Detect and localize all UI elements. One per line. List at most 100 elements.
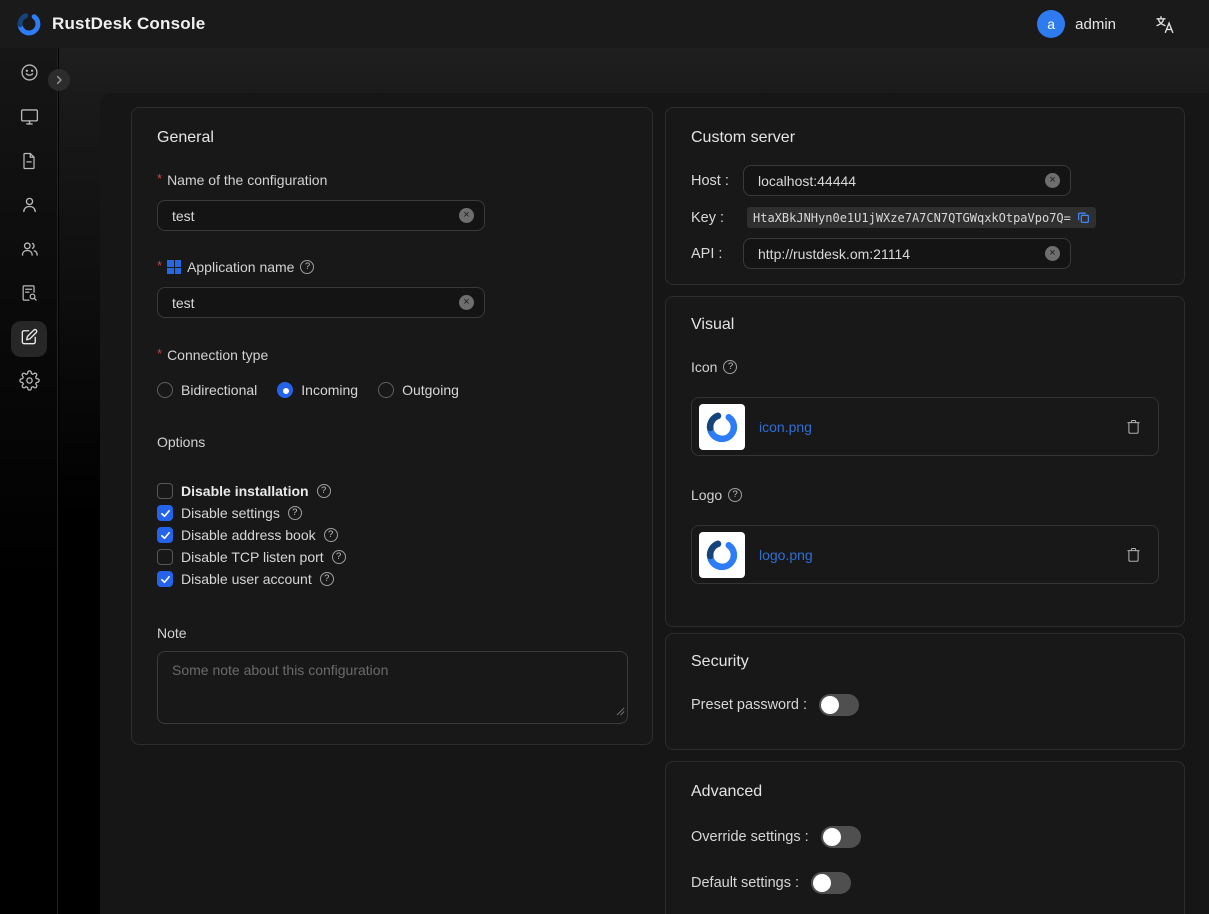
monitor-icon [19, 106, 40, 132]
api-label: API : [691, 246, 743, 262]
help-icon[interactable]: ? [300, 260, 314, 274]
radio-circle [157, 382, 173, 398]
security-title: Security [691, 652, 1159, 672]
note-label: Note [157, 625, 627, 641]
checkbox [157, 483, 173, 499]
windows-icon [167, 260, 181, 274]
icon-file-link[interactable]: icon.png [759, 419, 812, 435]
sidebar-item-devices[interactable] [11, 101, 47, 137]
sidebar-item-audit[interactable] [11, 277, 47, 313]
brand: RustDesk Console [16, 11, 205, 37]
copy-icon[interactable] [1077, 211, 1090, 224]
option-disable-tcp-listen-port[interactable]: Disable TCP listen port ? [157, 546, 627, 568]
translate-icon[interactable] [1154, 14, 1175, 35]
clear-icon[interactable]: × [459, 208, 474, 223]
sidebar-item-users[interactable] [11, 189, 47, 225]
connection-type-radios: Bidirectional Incoming Outgoing [157, 382, 627, 398]
logo-file-row: logo.png [691, 525, 1159, 584]
custom-server-card: Custom server Host : × Key : HtaXBkJNHyn… [665, 107, 1185, 285]
option-disable-user-account[interactable]: Disable user account ? [157, 568, 627, 590]
help-icon[interactable]: ? [728, 488, 742, 502]
default-settings-label: Default settings : [691, 875, 799, 891]
trash-icon[interactable] [1125, 546, 1142, 563]
custom-server-title: Custom server [691, 128, 1159, 148]
clear-icon[interactable]: × [1045, 173, 1060, 188]
help-icon[interactable]: ? [317, 484, 331, 498]
options-list: Disable installation ? Disable settings … [157, 480, 627, 590]
preset-password-label: Preset password : [691, 697, 807, 713]
help-icon[interactable]: ? [332, 550, 346, 564]
advanced-card: Advanced Override settings : Default set… [665, 761, 1185, 914]
help-icon[interactable]: ? [288, 506, 302, 520]
sidebar-item-settings[interactable] [11, 365, 47, 401]
radio-incoming[interactable]: Incoming [277, 382, 358, 398]
host-input[interactable] [743, 165, 1071, 196]
checkbox [157, 527, 173, 543]
sidebar-item-configurations[interactable] [11, 321, 47, 357]
config-name-label: * Name of the configuration [157, 172, 627, 188]
note-textarea[interactable] [157, 651, 628, 724]
document-search-icon [19, 283, 39, 308]
help-icon[interactable]: ? [723, 360, 737, 374]
checkbox [157, 571, 173, 587]
app-header: RustDesk Console a admin [0, 0, 1209, 48]
option-disable-installation[interactable]: Disable installation ? [157, 480, 627, 502]
security-card: Security Preset password : [665, 633, 1185, 750]
app-title: RustDesk Console [52, 14, 205, 34]
app-name-label: * Application name ? [157, 259, 627, 275]
trash-icon[interactable] [1125, 418, 1142, 435]
app-name-input[interactable] [157, 287, 485, 318]
visual-title: Visual [691, 315, 1159, 335]
api-input[interactable] [743, 238, 1071, 269]
general-card: General * Name of the configuration × * … [131, 107, 653, 745]
avatar[interactable]: a [1037, 10, 1065, 38]
override-settings-toggle[interactable] [821, 826, 861, 848]
required-mark: * [157, 346, 162, 361]
logo-label: Logo ? [691, 487, 1159, 503]
required-mark: * [157, 171, 162, 186]
default-settings-toggle[interactable] [811, 872, 851, 894]
resize-handle-icon[interactable] [616, 703, 625, 721]
radio-circle [277, 382, 293, 398]
help-icon[interactable]: ? [320, 572, 334, 586]
option-disable-address-book[interactable]: Disable address book ? [157, 524, 627, 546]
help-icon[interactable]: ? [324, 528, 338, 542]
host-label: Host : [691, 173, 743, 189]
sidebar-item-logs[interactable] [11, 145, 47, 181]
visual-card: Visual Icon ? icon.png Logo ? [665, 296, 1185, 627]
connection-type-label: * Connection type [157, 347, 627, 363]
rustdesk-logo-icon [16, 11, 42, 37]
checkbox [157, 505, 173, 521]
chevron-right-icon [53, 74, 65, 86]
icon-file-row: icon.png [691, 397, 1159, 456]
user-icon [19, 194, 40, 220]
override-settings-label: Override settings : [691, 829, 809, 845]
edit-square-icon [19, 327, 39, 352]
sidebar-item-groups[interactable] [11, 233, 47, 269]
general-title: General [157, 128, 627, 148]
preset-password-toggle[interactable] [819, 694, 859, 716]
radio-outgoing[interactable]: Outgoing [378, 382, 459, 398]
checkbox [157, 549, 173, 565]
icon-label: Icon ? [691, 359, 1159, 375]
clear-icon[interactable]: × [459, 295, 474, 310]
clear-icon[interactable]: × [1045, 246, 1060, 261]
key-label: Key : [691, 210, 743, 226]
options-label: Options [157, 434, 627, 450]
sidebar-item-home[interactable] [11, 57, 47, 93]
document-icon [19, 151, 39, 176]
config-name-input[interactable] [157, 200, 485, 231]
gear-icon [19, 370, 40, 396]
username[interactable]: admin [1075, 16, 1116, 33]
radio-bidirectional[interactable]: Bidirectional [157, 382, 257, 398]
logo-file-link[interactable]: logo.png [759, 547, 813, 563]
advanced-title: Advanced [691, 782, 1159, 802]
radio-circle [378, 382, 394, 398]
main-panel: General * Name of the configuration × * … [100, 93, 1209, 914]
sidebar-expand-button[interactable] [48, 69, 70, 91]
logo-thumbnail [699, 532, 745, 578]
option-disable-settings[interactable]: Disable settings ? [157, 502, 627, 524]
sidebar [0, 48, 58, 914]
user-group-icon [19, 238, 40, 264]
smiley-icon [19, 62, 40, 88]
